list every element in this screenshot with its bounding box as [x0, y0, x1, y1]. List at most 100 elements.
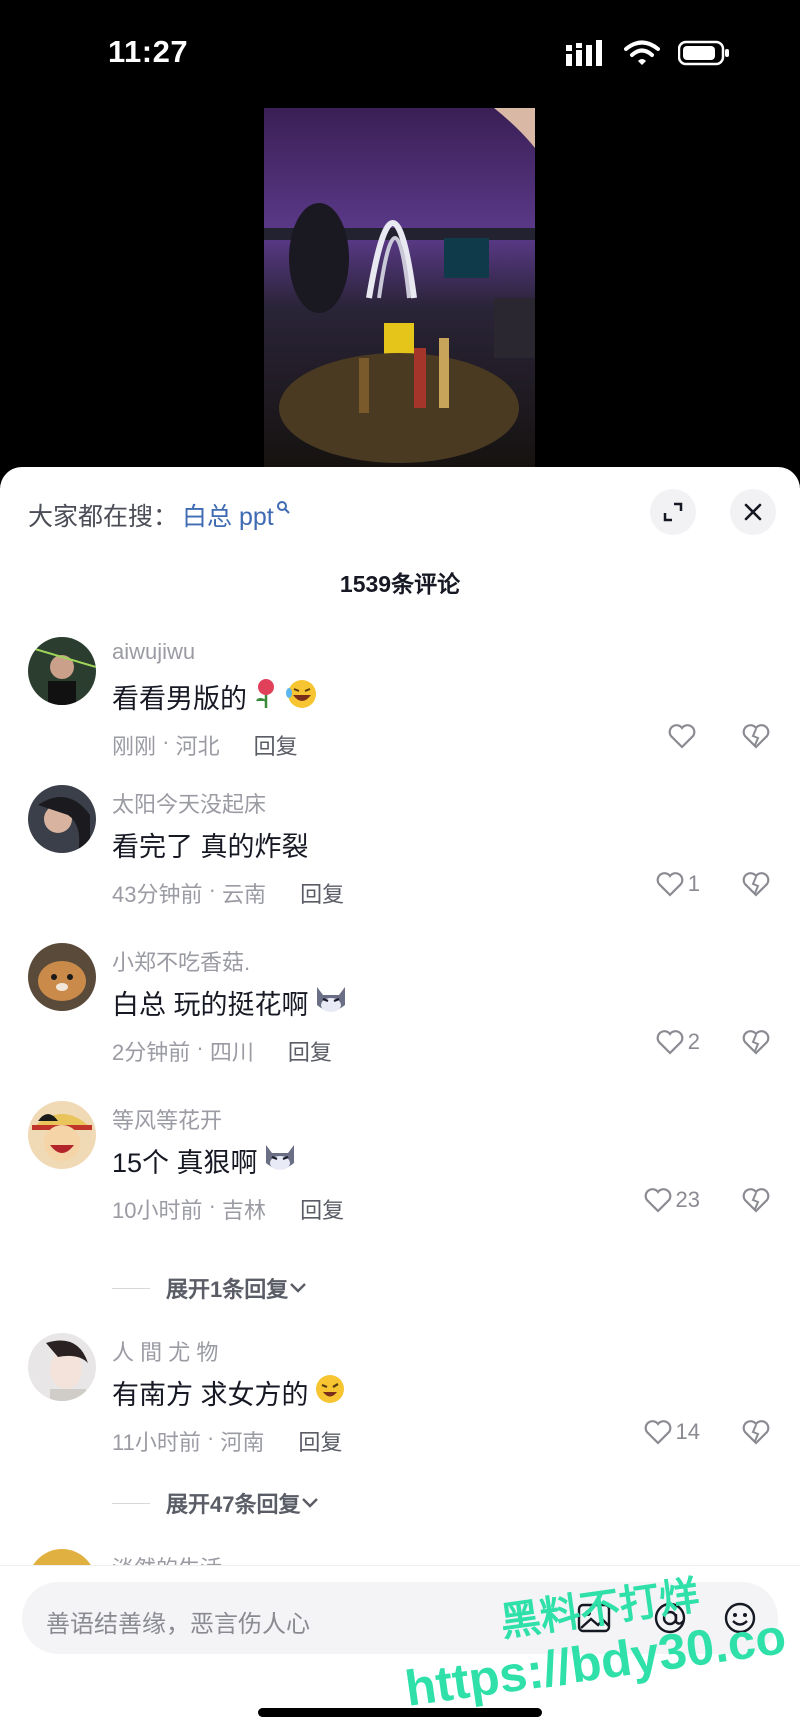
- rose-emoji-icon: [251, 677, 281, 716]
- comment-text: 看完了 真的炸裂: [112, 825, 309, 864]
- broken-heart-icon: [742, 1188, 770, 1213]
- expand-replies-label: 展开47条回复: [166, 1492, 301, 1517]
- comment-location: 河南: [220, 1430, 265, 1455]
- signal-icon: [566, 40, 602, 66]
- heart-icon: [668, 724, 696, 749]
- search-suggestion[interactable]: 大家都在搜： 白总 ppt: [28, 497, 290, 533]
- search-suggestion-prefix: 大家都在搜：: [28, 503, 179, 531]
- avatar[interactable]: [28, 637, 96, 705]
- divider-line: [112, 1287, 150, 1289]
- reply-button[interactable]: 回复: [300, 1193, 344, 1225]
- like-count: 14: [675, 1419, 700, 1444]
- video-area[interactable]: [0, 100, 800, 480]
- avatar[interactable]: [28, 943, 96, 1011]
- like-button[interactable]: 1: [656, 871, 700, 897]
- comment-item: 小郑不吃香菇. 白总 玩的挺花啊 2分钟前 · 四川 回复 2: [0, 943, 800, 1093]
- wifi-icon: [624, 40, 660, 65]
- dislike-button[interactable]: [742, 871, 770, 902]
- comment-item: 太阳今天没起床 看完了 真的炸裂 43分钟前 · 云南 回复 1: [0, 785, 800, 935]
- close-button[interactable]: [730, 489, 776, 535]
- like-button[interactable]: 2: [656, 1029, 700, 1055]
- comment-item: aiwujiwu 看看男版的 刚刚 · 河北 回复: [0, 637, 800, 787]
- comment-input[interactable]: 善语结善缘，恶言伤人心: [22, 1582, 778, 1654]
- divider-line: [112, 1502, 150, 1504]
- comment-item: 等风等花开 15个 真狠啊 10小时前 · 吉林 回复 23: [0, 1101, 800, 1251]
- comment-sheet: 大家都在搜： 白总 ppt 1539条评论 aiwujiwu 看看男版的 刚刚 …: [0, 467, 800, 1732]
- comment-text-content: 15个 真狠啊: [112, 1148, 258, 1178]
- comment-meta: 刚刚 · 河北 回复: [112, 729, 298, 761]
- dislike-button[interactable]: [742, 1029, 770, 1060]
- comment-item: 人 間 尤 物 有南方 求女方的 11小时前 · 河南 回复 14: [0, 1333, 800, 1483]
- like-button[interactable]: 23: [644, 1187, 700, 1213]
- comment-time: 刚刚: [112, 734, 157, 759]
- comment-count-title: 1539条评论: [339, 571, 461, 597]
- avatar[interactable]: [28, 1101, 96, 1169]
- expand-button[interactable]: [650, 489, 696, 535]
- cat-emoji-icon: [313, 983, 349, 1022]
- dislike-button[interactable]: [742, 1187, 770, 1218]
- comment-location: 四川: [209, 1040, 254, 1065]
- cat-emoji-icon: [262, 1141, 298, 1180]
- status-icons: [566, 40, 730, 66]
- broken-heart-icon: [742, 724, 770, 749]
- reply-button[interactable]: 回复: [254, 729, 298, 761]
- comment-username[interactable]: 等风等花开: [112, 1103, 222, 1135]
- comment-location: 云南: [222, 882, 267, 907]
- chevron-down-icon: [290, 1283, 307, 1293]
- heart-icon: [644, 1188, 671, 1213]
- comment-text-content: 看完了 真的炸裂: [112, 832, 309, 862]
- emoji-icon[interactable]: [722, 1600, 758, 1636]
- image-icon[interactable]: [576, 1600, 612, 1636]
- comment-meta: 43分钟前 · 云南 回复: [112, 877, 345, 909]
- like-button[interactable]: 14: [644, 1419, 700, 1445]
- mention-icon[interactable]: [652, 1600, 688, 1636]
- broken-heart-icon: [742, 1030, 770, 1055]
- video-thumbnail[interactable]: [264, 108, 535, 470]
- comment-location: 吉林: [222, 1198, 267, 1223]
- comment-username[interactable]: 人 間 尤 物: [112, 1335, 218, 1367]
- avatar[interactable]: [28, 785, 96, 853]
- expand-replies-label: 展开1条回复: [166, 1277, 289, 1302]
- like-count: 1: [687, 871, 700, 896]
- reply-button[interactable]: 回复: [298, 1425, 342, 1457]
- dislike-button[interactable]: [742, 723, 770, 754]
- comment-text-content: 有南方 求女方的: [112, 1380, 309, 1410]
- chevron-down-icon: [302, 1498, 319, 1508]
- like-count: 2: [687, 1029, 700, 1054]
- comment-input-placeholder: 善语结善缘，恶言伤人心: [46, 1611, 310, 1638]
- broken-heart-icon: [742, 1420, 770, 1445]
- close-icon: [744, 503, 762, 521]
- search-icon: [276, 500, 290, 519]
- reply-button[interactable]: 回复: [300, 877, 344, 909]
- home-indicator[interactable]: [258, 1708, 542, 1717]
- avatar[interactable]: [28, 1333, 96, 1401]
- status-time: 11:27: [108, 34, 189, 69]
- expand-replies-button[interactable]: 展开47条回复: [112, 1487, 320, 1519]
- comment-time: 2分钟前: [112, 1040, 191, 1065]
- wink-emoji-icon: [313, 1373, 347, 1412]
- comment-text: 看看男版的: [112, 677, 319, 716]
- broken-heart-icon: [742, 872, 770, 897]
- comment-time: 10小时前: [112, 1198, 203, 1223]
- comment-location: 河北: [175, 734, 220, 759]
- dislike-button[interactable]: [742, 1419, 770, 1450]
- comment-text: 有南方 求女方的: [112, 1373, 347, 1412]
- expand-replies-button[interactable]: 展开1条回复: [112, 1272, 308, 1304]
- comment-username[interactable]: aiwujiwu: [112, 639, 195, 665]
- comment-username[interactable]: 太阳今天没起床: [112, 787, 266, 819]
- comment-time: 43分钟前: [112, 882, 203, 907]
- heart-icon: [644, 1420, 671, 1445]
- battery-icon: [678, 40, 729, 66]
- search-suggestion-keyword[interactable]: 白总 ppt: [182, 497, 274, 533]
- comment-meta: 11小时前 · 河南 回复: [112, 1425, 343, 1457]
- reply-button[interactable]: 回复: [288, 1035, 332, 1067]
- like-button[interactable]: [668, 723, 700, 749]
- comment-time: 11小时前: [112, 1430, 201, 1455]
- heart-icon: [656, 1030, 684, 1055]
- comment-username[interactable]: 小郑不吃香菇.: [112, 945, 250, 977]
- comment-text-content: 看看男版的: [112, 684, 247, 714]
- comment-text-content: 白总 玩的挺花啊: [112, 990, 309, 1020]
- like-count: 23: [675, 1187, 700, 1212]
- expand-icon: [663, 502, 683, 522]
- comment-input-bar: 善语结善缘，恶言伤人心: [0, 1565, 800, 1732]
